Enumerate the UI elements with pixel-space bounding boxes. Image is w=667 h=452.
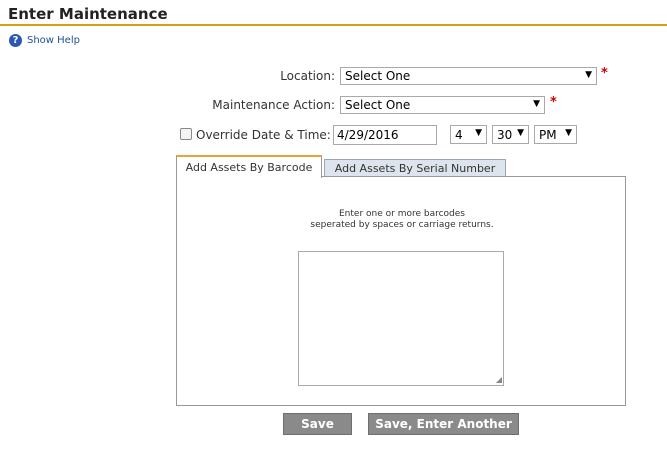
date-input[interactable]: 4/29/2016 bbox=[333, 125, 437, 145]
help-icon: ? bbox=[9, 34, 22, 47]
location-required-marker: * bbox=[601, 66, 608, 81]
location-selected-value: Select One bbox=[345, 69, 411, 83]
chevron-down-icon: ▼ bbox=[533, 99, 540, 109]
maintenance-action-label: Maintenance Action: bbox=[212, 98, 335, 112]
chevron-down-icon: ▼ bbox=[517, 128, 524, 138]
hour-select[interactable]: 4 ▼ bbox=[450, 125, 487, 144]
barcodes-textarea[interactable]: ◢ bbox=[298, 251, 504, 386]
show-help-link[interactable]: ? Show Help bbox=[9, 34, 80, 47]
page-title: Enter Maintenance bbox=[8, 5, 168, 23]
minute-selected-value: 30 bbox=[497, 127, 513, 142]
chevron-down-icon: ▼ bbox=[585, 70, 592, 80]
tab-add-by-barcode[interactable]: Add Assets By Barcode bbox=[176, 155, 322, 178]
barcode-instruction-line1: Enter one or more barcodes bbox=[339, 209, 465, 219]
save-button[interactable]: Save bbox=[283, 413, 352, 435]
ampm-select[interactable]: PM ▼ bbox=[534, 125, 577, 144]
location-label: Location: bbox=[280, 69, 335, 83]
title-divider bbox=[0, 24, 667, 26]
hour-selected-value: 4 bbox=[455, 127, 463, 142]
chevron-down-icon: ▼ bbox=[565, 128, 572, 138]
override-date-checkbox[interactable] bbox=[180, 128, 192, 140]
override-date-label: Override Date & Time: bbox=[196, 128, 331, 142]
location-select[interactable]: Select One ▼ bbox=[340, 67, 597, 85]
barcode-tab-panel: Enter one or more barcodes seperated by … bbox=[176, 176, 626, 406]
maintenance-action-select[interactable]: Select One ▼ bbox=[340, 96, 545, 114]
ampm-selected-value: PM bbox=[539, 127, 557, 142]
maintenance-action-required-marker: * bbox=[550, 95, 557, 110]
save-enter-another-button[interactable]: Save, Enter Another bbox=[368, 413, 519, 435]
tab-add-by-serial-number[interactable]: Add Assets By Serial Number bbox=[324, 159, 506, 177]
resize-grip-icon[interactable]: ◢ bbox=[496, 376, 502, 384]
show-help-label: Show Help bbox=[27, 35, 80, 46]
barcode-instruction-line2: seperated by spaces or carriage returns. bbox=[310, 220, 494, 230]
minute-select[interactable]: 30 ▼ bbox=[492, 125, 529, 144]
chevron-down-icon: ▼ bbox=[475, 128, 482, 138]
maintenance-action-selected-value: Select One bbox=[345, 98, 411, 112]
